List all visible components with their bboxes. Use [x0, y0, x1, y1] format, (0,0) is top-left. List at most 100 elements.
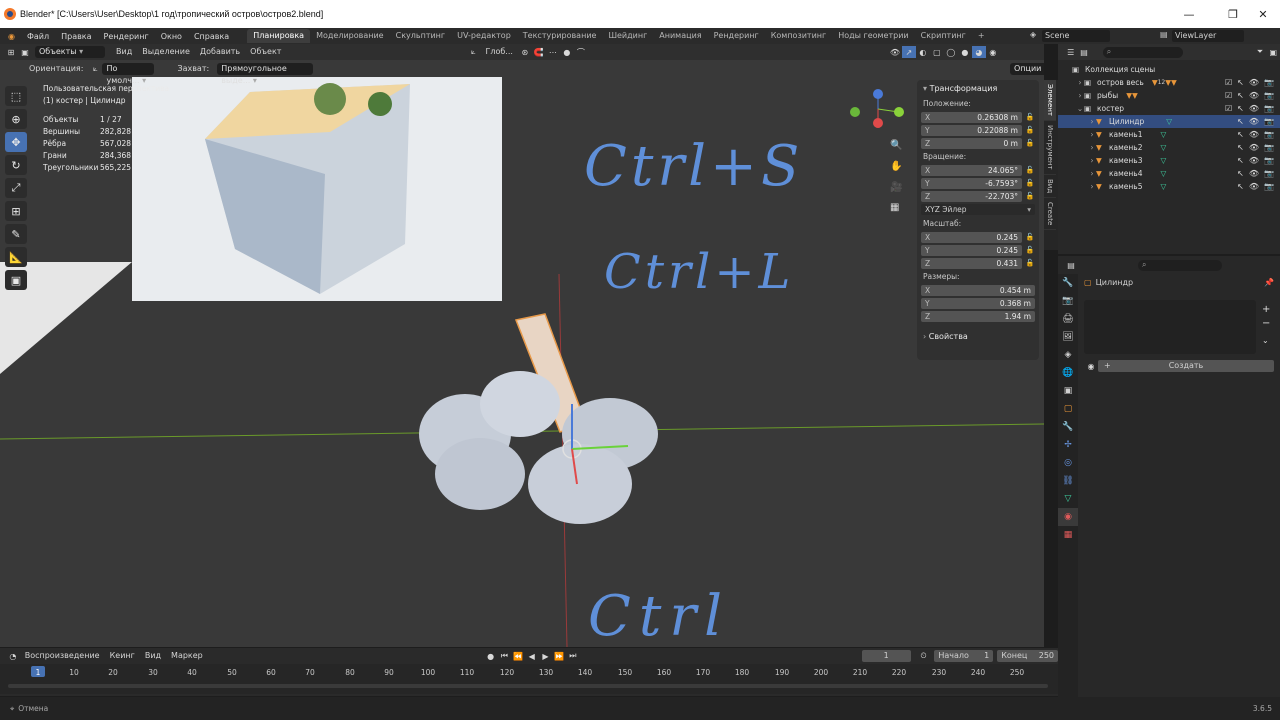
menu-add[interactable]: Добавить: [195, 46, 245, 58]
maximize-button[interactable]: ❐: [1216, 0, 1250, 28]
outliner-row-cylinder[interactable]: › ▼ Цилиндр ▽ ↖ 👁 📷: [1058, 115, 1280, 128]
particles-tab-icon[interactable]: ✢: [1058, 436, 1078, 454]
pan-hand-icon[interactable]: ✋: [890, 161, 902, 172]
expand-arrow-icon[interactable]: ›: [1088, 169, 1096, 178]
dimensions-z-row[interactable]: Z 1.94 m: [921, 310, 1035, 322]
zoom-icon[interactable]: 🔍: [890, 140, 902, 151]
checkbox-icon[interactable]: ☑: [1225, 104, 1232, 113]
camera-icon[interactable]: 📷: [1264, 91, 1274, 100]
blender-menu-icon[interactable]: ◉: [0, 32, 21, 41]
expand-arrow-icon[interactable]: ›: [1088, 156, 1096, 165]
jump-start-icon[interactable]: ⏮: [497, 650, 511, 662]
eye-icon[interactable]: 👁: [1249, 169, 1259, 178]
annotate-tool-icon[interactable]: ✎: [5, 224, 27, 244]
menu-window[interactable]: Окно: [155, 32, 188, 41]
pivot-icon[interactable]: ⊛: [518, 46, 532, 58]
lock-icon[interactable]: 🔓: [1025, 113, 1035, 121]
outliner-row-campfire[interactable]: ⌄ ▣ костер ☑ ↖ 👁 📷: [1058, 102, 1280, 115]
render-tab-icon[interactable]: 📷: [1058, 292, 1078, 310]
gizmo-toggle-icon[interactable]: ↗: [901, 46, 916, 58]
tab-tool[interactable]: Инструмент: [1044, 121, 1056, 175]
transform-section-header[interactable]: ▾ Трансформация: [917, 80, 1039, 97]
clock-icon[interactable]: ⏲: [917, 650, 931, 662]
select-arrow-icon[interactable]: ↖: [1237, 156, 1244, 165]
scale-tool-icon[interactable]: ⤢: [5, 178, 27, 198]
orientation-selector[interactable]: По умолч...: [102, 63, 155, 85]
camera-icon[interactable]: 📷: [1264, 130, 1274, 139]
menu-file[interactable]: Файл: [21, 32, 55, 41]
scale-z-row[interactable]: Z 0.431 🔓: [921, 257, 1035, 269]
lock-icon[interactable]: 🔓: [1025, 126, 1035, 134]
move-tool-icon[interactable]: ✥: [5, 132, 27, 152]
pin-icon[interactable]: 📌: [1264, 278, 1274, 287]
checkbox-icon[interactable]: ☑: [1225, 78, 1232, 87]
output-tab-icon[interactable]: 🖨: [1058, 310, 1078, 328]
menu-keying[interactable]: Кеинг: [105, 650, 140, 662]
tab-scripting[interactable]: Скриптинг: [915, 29, 972, 43]
checkbox-icon[interactable]: ☑: [1225, 91, 1232, 100]
outliner-row-stone4[interactable]: › ▼ камень4 ▽ ↖ 👁 📷: [1058, 167, 1280, 180]
wireframe-shading-icon[interactable]: ◯: [944, 46, 958, 58]
modifier-tab-icon[interactable]: 🔧: [1058, 418, 1078, 436]
select-arrow-icon[interactable]: ↖: [1237, 104, 1244, 113]
texture-tab-icon[interactable]: ▦: [1058, 526, 1078, 544]
properties-search-icon[interactable]: ⌕: [1138, 259, 1222, 271]
eye-icon[interactable]: 👁: [1249, 78, 1259, 87]
menu-edit[interactable]: Правка: [55, 32, 97, 41]
outliner-row-stone1[interactable]: › ▼ камень1 ▽ ↖ 👁 📷: [1058, 128, 1280, 141]
tab-modeling[interactable]: Моделирование: [310, 29, 390, 43]
rotation-y-row[interactable]: Y -6.7593° 🔓: [921, 177, 1035, 189]
eye-icon[interactable]: 👁: [1249, 130, 1259, 139]
scene-selector[interactable]: Scene: [1042, 30, 1110, 42]
tab-layout[interactable]: Планировка: [247, 29, 311, 43]
outliner-row-island[interactable]: › ▣ остров весь ▼ 12 ▼▼ ☑ ↖ 👁 📷: [1058, 76, 1280, 89]
rotation-z-row[interactable]: Z -22.703° 🔓: [921, 190, 1035, 202]
jump-end-icon[interactable]: ⏭: [566, 650, 580, 662]
play-reverse-icon[interactable]: ◀: [525, 650, 539, 662]
eye-icon[interactable]: 👁: [1249, 182, 1259, 191]
proportional-edit-icon[interactable]: ●: [560, 46, 574, 58]
expand-arrow-icon[interactable]: ›: [1088, 143, 1096, 152]
end-frame-field[interactable]: Конец 250: [997, 650, 1059, 662]
display-mode-icon[interactable]: ▤: [1077, 46, 1090, 58]
data-tab-icon[interactable]: ▽: [1058, 490, 1078, 508]
eye-icon[interactable]: 👁: [1249, 104, 1259, 113]
select-arrow-icon[interactable]: ↖: [1237, 169, 1244, 178]
lock-icon[interactable]: 🔓: [1025, 179, 1035, 187]
outliner-row-stone3[interactable]: › ▼ камень3 ▽ ↖ 👁 📷: [1058, 154, 1280, 167]
lock-icon[interactable]: 🔓: [1025, 139, 1035, 147]
cursor-tool-icon[interactable]: ⊕: [5, 109, 27, 129]
add-cube-tool-icon[interactable]: ▣: [5, 270, 27, 290]
camera-icon[interactable]: 📷: [1264, 117, 1274, 126]
tab-sculpting[interactable]: Скульптинг: [390, 29, 452, 43]
tab-uv-editing[interactable]: UV-редактор: [451, 29, 517, 43]
transform-tool-icon[interactable]: ⊞: [5, 201, 27, 221]
view-layer-tab-icon[interactable]: 🖼: [1058, 328, 1078, 346]
remove-slot-icon[interactable]: −: [1262, 318, 1270, 329]
snap-selector[interactable]: Прямоугольное выде...: [217, 63, 314, 85]
menu-timeline-view[interactable]: Вид: [140, 650, 166, 662]
lock-icon[interactable]: 🔓: [1025, 259, 1035, 267]
add-slot-icon[interactable]: +: [1262, 304, 1270, 315]
camera-icon[interactable]: 📷: [1264, 78, 1274, 87]
camera-icon[interactable]: 📷: [1264, 143, 1274, 152]
tab-shading[interactable]: Шейдинг: [602, 29, 653, 43]
tab-create[interactable]: Create: [1044, 198, 1056, 230]
eye-icon[interactable]: 👁: [1249, 143, 1259, 152]
next-keyframe-icon[interactable]: ⏩: [552, 650, 566, 662]
visibility-icon[interactable]: 👁: [888, 46, 902, 58]
physics-tab-icon[interactable]: ◎: [1058, 454, 1078, 472]
overlay-icon[interactable]: ◐: [916, 46, 930, 58]
close-button[interactable]: ✕: [1246, 0, 1280, 28]
camera-icon[interactable]: 📷: [1264, 156, 1274, 165]
create-material-button[interactable]: + Создать: [1098, 360, 1274, 372]
editor-type-icon[interactable]: ⊞: [4, 46, 18, 58]
world-tab-icon[interactable]: 🌐: [1058, 364, 1078, 382]
tab-view[interactable]: Вид: [1044, 175, 1056, 198]
outliner-row-fish[interactable]: › ▣ рыбы ▼▼ ☑ ↖ 👁 📷: [1058, 89, 1280, 102]
new-collection-icon[interactable]: ▣: [1267, 46, 1280, 58]
minimize-button[interactable]: —: [1172, 0, 1206, 28]
lock-icon[interactable]: 🔓: [1025, 246, 1035, 254]
camera-icon[interactable]: 📷: [1264, 104, 1274, 113]
select-arrow-icon[interactable]: ↖: [1237, 130, 1244, 139]
